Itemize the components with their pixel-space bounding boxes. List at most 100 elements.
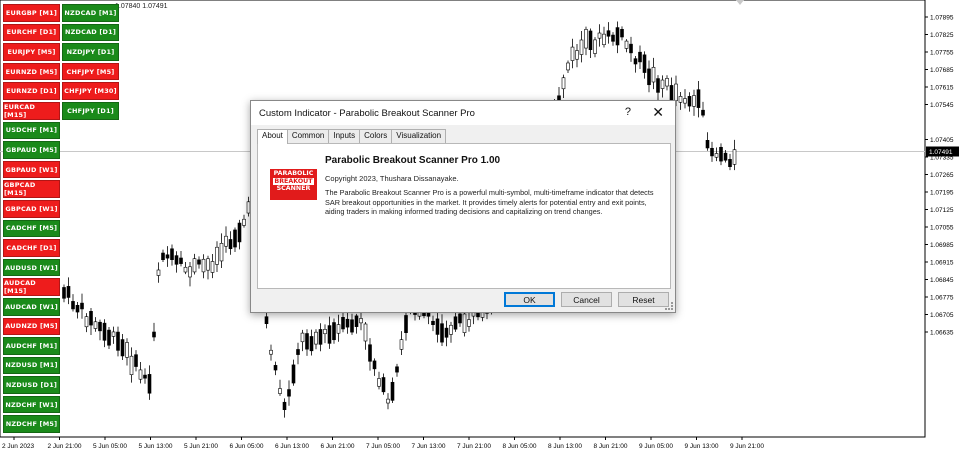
- symbol-button-nzdusd-m1[interactable]: NZDUSD [M1]: [3, 356, 60, 375]
- candle-body: [120, 339, 125, 357]
- candle-body: [732, 149, 737, 165]
- time-label: 5 Jun 21:00: [184, 443, 218, 450]
- dialog-title-bar[interactable]: Custom Indicator - Parabolic Breakout Sc…: [251, 101, 675, 125]
- price-label: 1.06775: [930, 295, 954, 302]
- symbol-button-chfjpy-m30[interactable]: CHFJPY [M30]: [62, 82, 119, 100]
- price-label: 1.07895: [930, 15, 954, 22]
- candle-body: [696, 89, 701, 108]
- candle-body: [687, 96, 692, 107]
- candle-body: [453, 316, 458, 330]
- symbol-button-audcad-w1[interactable]: AUDCAD [W1]: [3, 297, 60, 316]
- symbol-button-cadchf-m5[interactable]: CADCHF [M5]: [3, 219, 60, 238]
- cancel-button[interactable]: Cancel: [561, 292, 612, 307]
- ok-button[interactable]: OK: [504, 292, 555, 307]
- candle-body: [588, 30, 593, 51]
- symbol-button-eurnzd-m5[interactable]: EURNZD [M5]: [3, 62, 60, 81]
- symbol-button-nzdchf-m5[interactable]: NZDCHF [M5]: [3, 415, 60, 434]
- tab-visualization[interactable]: Visualization: [391, 129, 447, 143]
- symbol-button-eurchf-d1[interactable]: EURCHF [D1]: [3, 23, 60, 42]
- symbol-button-eurgbp-m1[interactable]: EURGBP [M1]: [3, 4, 60, 22]
- reset-button[interactable]: Reset: [618, 292, 669, 307]
- close-icon[interactable]: ✕: [652, 104, 664, 121]
- symbol-button-gbpaud-w1[interactable]: GBPAUD [W1]: [3, 160, 60, 179]
- candle-body: [665, 78, 669, 87]
- candle-body: [314, 331, 318, 345]
- candle-body: [305, 333, 309, 350]
- symbol-button-nzdcad-m1[interactable]: NZDCAD [M1]: [62, 4, 119, 22]
- candle-body: [201, 258, 206, 273]
- candle-body: [449, 324, 453, 335]
- resize-grip-icon[interactable]: [665, 302, 673, 310]
- candle-body: [602, 33, 606, 45]
- candle-body: [84, 316, 89, 328]
- about-panel: PARABOLIC BREAKOUT SCANNER Parabolic Bre…: [257, 143, 671, 289]
- candle-body: [192, 258, 197, 273]
- candle-body: [125, 342, 129, 358]
- symbol-button-gbpcad-w1[interactable]: GBPCAD [W1]: [3, 199, 60, 218]
- candle-body: [80, 302, 84, 310]
- candle-body: [723, 152, 728, 161]
- candle-body: [575, 50, 579, 60]
- candle-body: [714, 153, 719, 158]
- candle-body: [156, 269, 161, 276]
- candle-body: [719, 146, 723, 162]
- candle-body: [264, 316, 269, 325]
- candle-body: [89, 311, 93, 326]
- help-button[interactable]: ?: [625, 106, 631, 118]
- candle-body: [354, 315, 359, 327]
- candle-body: [152, 331, 156, 338]
- candle-body: [431, 320, 435, 325]
- candle-body: [350, 319, 354, 333]
- candle-body: [323, 329, 327, 335]
- symbol-button-nzdchf-w1[interactable]: NZDCHF [W1]: [3, 395, 60, 414]
- candle-body: [678, 96, 683, 103]
- time-label: 9 Jun 21:00: [730, 443, 764, 450]
- tab-colors[interactable]: Colors: [359, 129, 393, 143]
- tab-about[interactable]: About: [257, 129, 288, 144]
- symbol-button-usdchf-m1[interactable]: USDCHF [M1]: [3, 121, 60, 140]
- symbol-button-eurnzd-d1[interactable]: EURNZD [D1]: [3, 82, 60, 100]
- price-label: 1.07755: [930, 50, 954, 57]
- candle-body: [561, 77, 566, 90]
- candle-body: [300, 332, 305, 343]
- candle-body: [143, 374, 147, 379]
- symbol-button-nzdjpy-d1[interactable]: NZDJPY [D1]: [62, 43, 119, 61]
- symbol-button-audusd-w1[interactable]: AUDUSD [W1]: [3, 258, 60, 277]
- symbol-button-gbpcad-m15[interactable]: GBPCAD [M15]: [3, 180, 60, 198]
- symbol-button-nzdcad-d1[interactable]: NZDCAD [D1]: [62, 23, 119, 42]
- symbol-button-chfjpy-d1[interactable]: CHFJPY [D1]: [62, 101, 119, 120]
- candle-body: [656, 78, 660, 93]
- symbol-button-gbpaud-m5[interactable]: GBPAUD [M5]: [3, 141, 60, 159]
- symbol-button-eurcad-m15[interactable]: EURCAD [M15]: [3, 101, 60, 120]
- symbol-button-nzdusd-d1[interactable]: NZDUSD [D1]: [3, 376, 60, 394]
- candle-body: [291, 364, 296, 384]
- price-label: 1.06985: [930, 242, 954, 249]
- symbol-button-audnzd-m5[interactable]: AUDNZD [M5]: [3, 317, 60, 336]
- candle-body: [233, 229, 237, 248]
- candle-body: [566, 62, 570, 71]
- tab-common[interactable]: Common: [286, 129, 330, 143]
- logo-line-1: PARABOLIC: [273, 170, 314, 177]
- candle-body: [179, 257, 183, 264]
- symbol-button-eurjpy-m5[interactable]: EURJPY [M5]: [3, 43, 60, 61]
- candle-body: [188, 266, 192, 278]
- price-label: 1.06915: [930, 260, 954, 267]
- candle-body: [237, 222, 242, 243]
- candle-body: [368, 344, 372, 362]
- candle-body: [332, 322, 336, 341]
- candle-body: [98, 321, 102, 332]
- candle-body: [624, 40, 629, 49]
- chart-price-info: 1.07840 1.07491: [115, 3, 168, 10]
- price-label: 1.07055: [930, 225, 954, 232]
- candle-body: [309, 336, 314, 352]
- symbol-button-cadchf-d1[interactable]: CADCHF [D1]: [3, 239, 60, 257]
- time-label: 8 Jun 13:00: [548, 443, 582, 450]
- tab-inputs[interactable]: Inputs: [328, 129, 361, 143]
- candle-body: [597, 32, 602, 39]
- time-label: 5 Jun 13:00: [139, 443, 173, 450]
- symbol-button-chfjpy-m5[interactable]: CHFJPY [M5]: [62, 62, 119, 81]
- candle-body: [170, 248, 174, 260]
- symbol-button-audcad-m15[interactable]: AUDCAD [M15]: [3, 278, 60, 296]
- time-label: 8 Jun 05:00: [503, 443, 537, 450]
- symbol-button-audchf-m1[interactable]: AUDCHF [M1]: [3, 337, 60, 355]
